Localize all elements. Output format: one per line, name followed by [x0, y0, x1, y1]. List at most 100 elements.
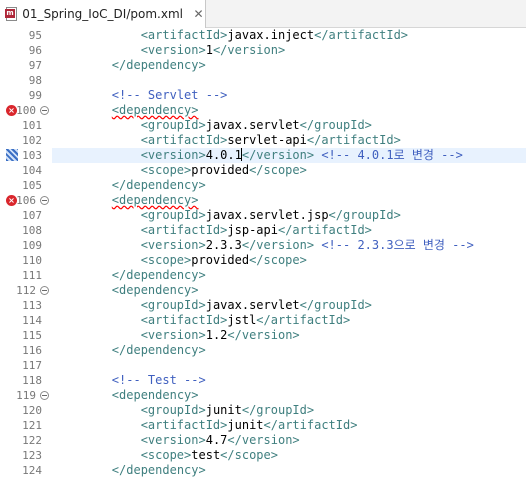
line-gutter: 101 [0, 118, 50, 133]
code-line[interactable]: 120 <groupId>junit</groupId> [0, 403, 526, 418]
line-number: 106 [16, 194, 36, 207]
code-line[interactable]: 108 <artifactId>jsp-api</artifactId> [0, 223, 526, 238]
fold-toggle-icon[interactable] [40, 106, 49, 115]
code-line[interactable]: 99 <!-- Servlet --> [0, 88, 526, 103]
xml-tag: </dependency> [111, 178, 206, 192]
xml-tag: </groupId> [299, 298, 372, 312]
xml-tag: </dependency> [111, 463, 206, 477]
line-number: 101 [22, 119, 42, 132]
code-line[interactable]: × 106 <dependency> [0, 193, 526, 208]
code-line[interactable]: 122 <version>4.7</version> [0, 433, 526, 448]
xml-comment: <!-- 4.0.1로 변경 --> [321, 148, 463, 162]
line-number: 124 [22, 464, 42, 477]
xml-tag: <artifactId> [140, 418, 228, 432]
xml-value: jstl [227, 313, 257, 327]
xml-tag: <groupId> [140, 208, 206, 222]
line-number: 109 [22, 239, 42, 252]
xml-value: jsp-api [227, 223, 278, 237]
xml-tag: <version> [140, 433, 206, 447]
code-text: <artifactId>javax.inject</artifactId> [52, 28, 526, 43]
code-line[interactable]: 105 </dependency> [0, 178, 526, 193]
line-gutter: × 100 [0, 103, 50, 118]
code-text: </dependency> [52, 463, 526, 478]
line-gutter: 114 [0, 313, 50, 328]
line-number: 96 [28, 44, 42, 57]
code-line[interactable]: 109 <version>2.3.3</version> <!-- 2.3.3으로… [0, 238, 526, 253]
code-line[interactable]: 112 <dependency> [0, 283, 526, 298]
code-line[interactable]: 115 <version>1.2</version> [0, 328, 526, 343]
line-gutter: 98 [0, 73, 50, 88]
xml-tag: <artifactId> [140, 28, 228, 42]
code-text: <version>4.0.1</version> <!-- 4.0.1로 변경 … [52, 148, 526, 163]
code-line[interactable]: 113 <groupId>javax.servlet</groupId> [0, 298, 526, 313]
xml-tag: <dependency> [111, 103, 199, 117]
code-line[interactable]: 97 </dependency> [0, 58, 526, 73]
code-line[interactable]: 95 <artifactId>javax.inject</artifactId> [0, 28, 526, 43]
line-gutter: 120 [0, 403, 50, 418]
line-gutter: 124 [0, 463, 50, 478]
code-text: <scope>provided</scope> [52, 163, 526, 178]
xml-tag: </dependency> [111, 268, 206, 282]
code-line[interactable]: 107 <groupId>javax.servlet.jsp</groupId> [0, 208, 526, 223]
code-text: <dependency> [52, 283, 526, 298]
xml-tag: </version> [227, 433, 300, 447]
code-text: <artifactId>servlet-api</artifactId> [52, 133, 526, 148]
editor-tab-pom[interactable]: m 01_Spring_IoC_DI/pom.xml ✕ [0, 0, 206, 28]
line-gutter: 99 [0, 88, 50, 103]
code-line[interactable]: 117 [0, 358, 526, 373]
fold-toggle-icon[interactable] [40, 391, 49, 400]
close-icon[interactable]: ✕ [192, 7, 205, 21]
xml-tag: </artifactId> [306, 133, 401, 147]
xml-tag: </groupId> [241, 403, 315, 417]
xml-tag: </dependency> [111, 58, 206, 72]
xml-tag: </scope> [220, 448, 278, 462]
code-line[interactable]: 124 </dependency> [0, 463, 526, 478]
code-line[interactable]: × 100 <dependency> [0, 103, 526, 118]
line-gutter: 103 [0, 148, 50, 163]
editor-tab-bar: m 01_Spring_IoC_DI/pom.xml ✕ [0, 0, 526, 28]
line-number: 118 [22, 374, 42, 387]
line-gutter: 121 [0, 418, 50, 433]
code-line[interactable]: 114 <artifactId>jstl</artifactId> [0, 313, 526, 328]
code-text: <!-- Test --> [52, 373, 526, 388]
xml-value: provided [191, 253, 250, 267]
code-line[interactable]: 103 <version>4.0.1</version> <!-- 4.0.1로 … [0, 148, 526, 163]
code-line[interactable]: 110 <scope>provided</scope> [0, 253, 526, 268]
code-text: <artifactId>jsp-api</artifactId> [52, 223, 526, 238]
line-number: 97 [28, 59, 42, 72]
code-text: <artifactId>junit</artifactId> [52, 418, 526, 433]
xml-comment: <!-- Servlet --> [111, 88, 228, 102]
code-line[interactable]: 121 <artifactId>junit</artifactId> [0, 418, 526, 433]
code-text: <version>1</version> [52, 43, 526, 58]
xml-value: junit [205, 403, 242, 417]
line-gutter: 96 [0, 43, 50, 58]
code-line[interactable]: 123 <scope>test</scope> [0, 448, 526, 463]
code-line[interactable]: 104 <scope>provided</scope> [0, 163, 526, 178]
code-text: <version>4.7</version> [52, 433, 526, 448]
fold-toggle-icon[interactable] [40, 196, 49, 205]
code-line[interactable]: 111 </dependency> [0, 268, 526, 283]
code-line[interactable]: 118 <!-- Test --> [0, 373, 526, 388]
code-text: </dependency> [52, 268, 526, 283]
code-line[interactable]: 96 <version>1</version> [0, 43, 526, 58]
xml-source-editor[interactable]: 95 <artifactId>javax.inject</artifactId> 9… [0, 28, 526, 481]
xml-value: 1 [205, 43, 213, 57]
line-gutter: 102 [0, 133, 50, 148]
code-line[interactable]: 119 <dependency> [0, 388, 526, 403]
xml-tag: <artifactId> [140, 223, 228, 237]
line-number: 104 [22, 164, 42, 177]
code-line[interactable]: 102 <artifactId>servlet-api</artifactId> [0, 133, 526, 148]
code-line[interactable]: 98 [0, 73, 526, 88]
xml-value: javax.servlet [205, 118, 300, 132]
xml-value: junit [227, 418, 264, 432]
code-line[interactable]: 116 </dependency> [0, 343, 526, 358]
tab-title: 01_Spring_IoC_DI/pom.xml [22, 7, 183, 21]
code-text: <dependency> [52, 103, 526, 118]
code-text: <dependency> [52, 193, 526, 208]
xml-tag: </artifactId> [256, 313, 351, 327]
code-line[interactable]: 101 <groupId>javax.servlet</groupId> [0, 118, 526, 133]
xml-tag: <groupId> [140, 403, 206, 417]
fold-toggle-icon[interactable] [40, 286, 49, 295]
xml-value: test [191, 448, 221, 462]
